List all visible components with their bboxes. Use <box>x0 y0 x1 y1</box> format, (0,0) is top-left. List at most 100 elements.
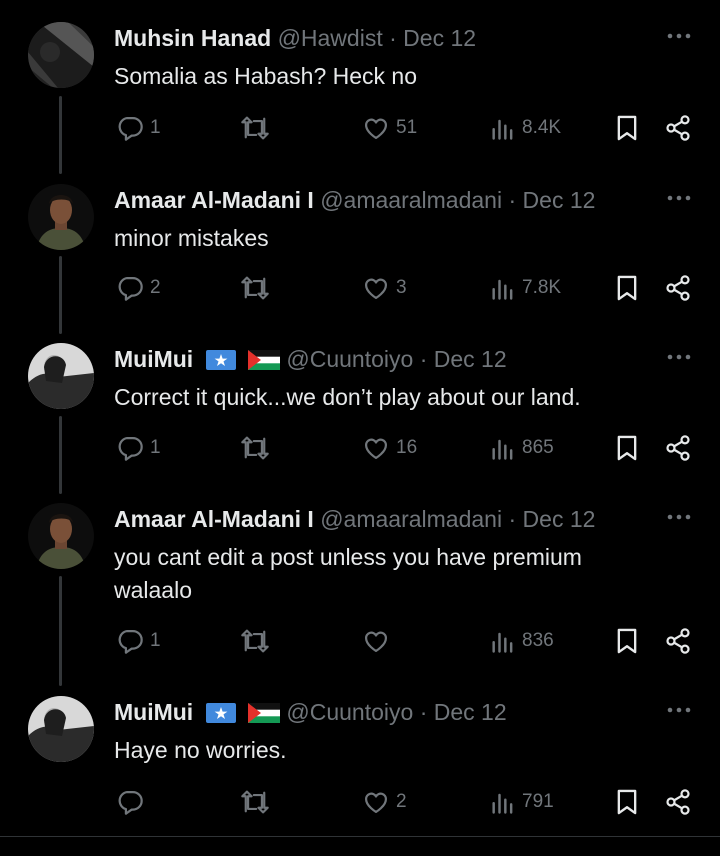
handle[interactable]: @amaaralmadani <box>320 506 502 532</box>
like-count: 51 <box>396 117 418 138</box>
repost-icon <box>240 788 270 816</box>
views-button[interactable]: 8.4K <box>490 112 561 144</box>
handle[interactable]: @Hawdist <box>278 25 383 51</box>
share-icon <box>664 434 692 462</box>
tweet-text: Haye no worries. <box>114 737 287 763</box>
reply-button[interactable]: 1 <box>116 625 161 657</box>
repost-icon <box>240 434 270 462</box>
like-button[interactable]: 51 <box>362 112 417 144</box>
display-name[interactable]: Amaar Al-Madani I <box>114 187 314 213</box>
share-icon <box>664 114 692 142</box>
more-icon[interactable] <box>666 188 692 208</box>
date[interactable]: Dec 12 <box>434 346 507 372</box>
like-button[interactable] <box>362 625 396 657</box>
reply-count: 2 <box>150 277 161 298</box>
avatar[interactable] <box>28 503 94 569</box>
date[interactable]: Dec 12 <box>523 187 596 213</box>
like-icon <box>362 274 390 302</box>
divider <box>0 836 720 837</box>
views-button[interactable]: 7.8K <box>490 272 561 304</box>
views-button[interactable]: 865 <box>490 432 554 464</box>
avatar[interactable] <box>28 22 94 88</box>
thread-line <box>59 416 62 494</box>
more-icon[interactable] <box>666 507 692 527</box>
bookmark-button[interactable] <box>614 272 640 304</box>
action-bar: 1 16 865 <box>0 432 720 464</box>
display-name[interactable]: Amaar Al-Madani I <box>114 506 314 532</box>
somalia-flag-icon <box>205 701 236 729</box>
bookmark-button[interactable] <box>614 625 640 657</box>
bookmark-icon <box>614 114 640 142</box>
tweet-text: minor mistakes <box>114 225 269 251</box>
tweet-text: Correct it quick...we don’t play about o… <box>114 384 581 410</box>
date[interactable]: Dec 12 <box>523 506 596 532</box>
views-count: 791 <box>522 791 554 812</box>
separator: · <box>508 187 517 213</box>
palestine-flag-icon <box>247 348 280 376</box>
display-name[interactable]: MuiMui <box>114 699 193 725</box>
tweet-header: Muhsin Hanad @Hawdist · Dec 12 <box>114 24 640 52</box>
reply-button[interactable] <box>116 786 150 818</box>
more-icon[interactable] <box>666 700 692 720</box>
palestine-flag-icon <box>247 701 280 729</box>
somalia-flag-icon <box>205 348 236 376</box>
repost-button[interactable] <box>240 786 276 818</box>
bookmark-button[interactable] <box>614 786 640 818</box>
repost-button[interactable] <box>240 272 276 304</box>
handle[interactable]: @Cuuntoiyo <box>286 699 413 725</box>
display-name[interactable]: MuiMui <box>114 346 193 372</box>
reply-icon <box>116 114 144 142</box>
tweet-text: you cant edit a post unless you have pre… <box>114 544 582 603</box>
handle[interactable]: @Cuuntoiyo <box>286 346 413 372</box>
more-icon[interactable] <box>666 26 692 46</box>
share-button[interactable] <box>664 432 692 464</box>
repost-button[interactable] <box>240 625 276 657</box>
repost-button[interactable] <box>240 112 276 144</box>
reply-button[interactable]: 2 <box>116 272 161 304</box>
bookmark-button[interactable] <box>614 432 640 464</box>
tweet-header: Amaar Al-Madani I @amaaralmadani · Dec 1… <box>114 505 640 533</box>
views-button[interactable]: 836 <box>490 625 554 657</box>
reply-count: 1 <box>150 117 161 138</box>
like-button[interactable]: 2 <box>362 786 407 818</box>
repost-icon <box>240 274 270 302</box>
reply-count: 1 <box>150 630 161 651</box>
like-icon <box>362 434 390 462</box>
like-button[interactable]: 16 <box>362 432 417 464</box>
thread-line <box>59 576 62 686</box>
date[interactable]: Dec 12 <box>403 25 476 51</box>
share-button[interactable] <box>664 625 692 657</box>
share-button[interactable] <box>664 272 692 304</box>
avatar[interactable] <box>28 184 94 250</box>
share-button[interactable] <box>664 786 692 818</box>
display-name[interactable]: Muhsin Hanad <box>114 25 271 51</box>
handle[interactable]: @amaaralmadani <box>320 187 502 213</box>
share-button[interactable] <box>664 112 692 144</box>
reply-icon <box>116 274 144 302</box>
like-count: 3 <box>396 277 407 298</box>
separator: · <box>419 346 428 372</box>
like-button[interactable]: 3 <box>362 272 407 304</box>
tweet-header: MuiMui @Cuuntoiyo · Dec 12 <box>114 345 640 376</box>
views-icon <box>490 274 516 302</box>
action-bar: 2 3 7.8K <box>0 272 720 304</box>
avatar[interactable] <box>28 696 94 762</box>
reply-button[interactable]: 1 <box>116 112 161 144</box>
more-icon[interactable] <box>666 347 692 367</box>
bookmark-button[interactable] <box>614 112 640 144</box>
views-icon <box>490 627 516 655</box>
date[interactable]: Dec 12 <box>434 699 507 725</box>
bookmark-icon <box>614 627 640 655</box>
separator: · <box>389 25 397 51</box>
reply-button[interactable]: 1 <box>116 432 161 464</box>
separator: · <box>508 506 517 532</box>
views-icon <box>490 114 516 142</box>
bookmark-icon <box>614 274 640 302</box>
views-button[interactable]: 791 <box>490 786 554 818</box>
reply-icon <box>116 627 144 655</box>
thread-line <box>59 96 62 174</box>
thread-line <box>59 256 62 334</box>
avatar[interactable] <box>28 343 94 409</box>
views-icon <box>490 788 516 816</box>
repost-button[interactable] <box>240 432 276 464</box>
